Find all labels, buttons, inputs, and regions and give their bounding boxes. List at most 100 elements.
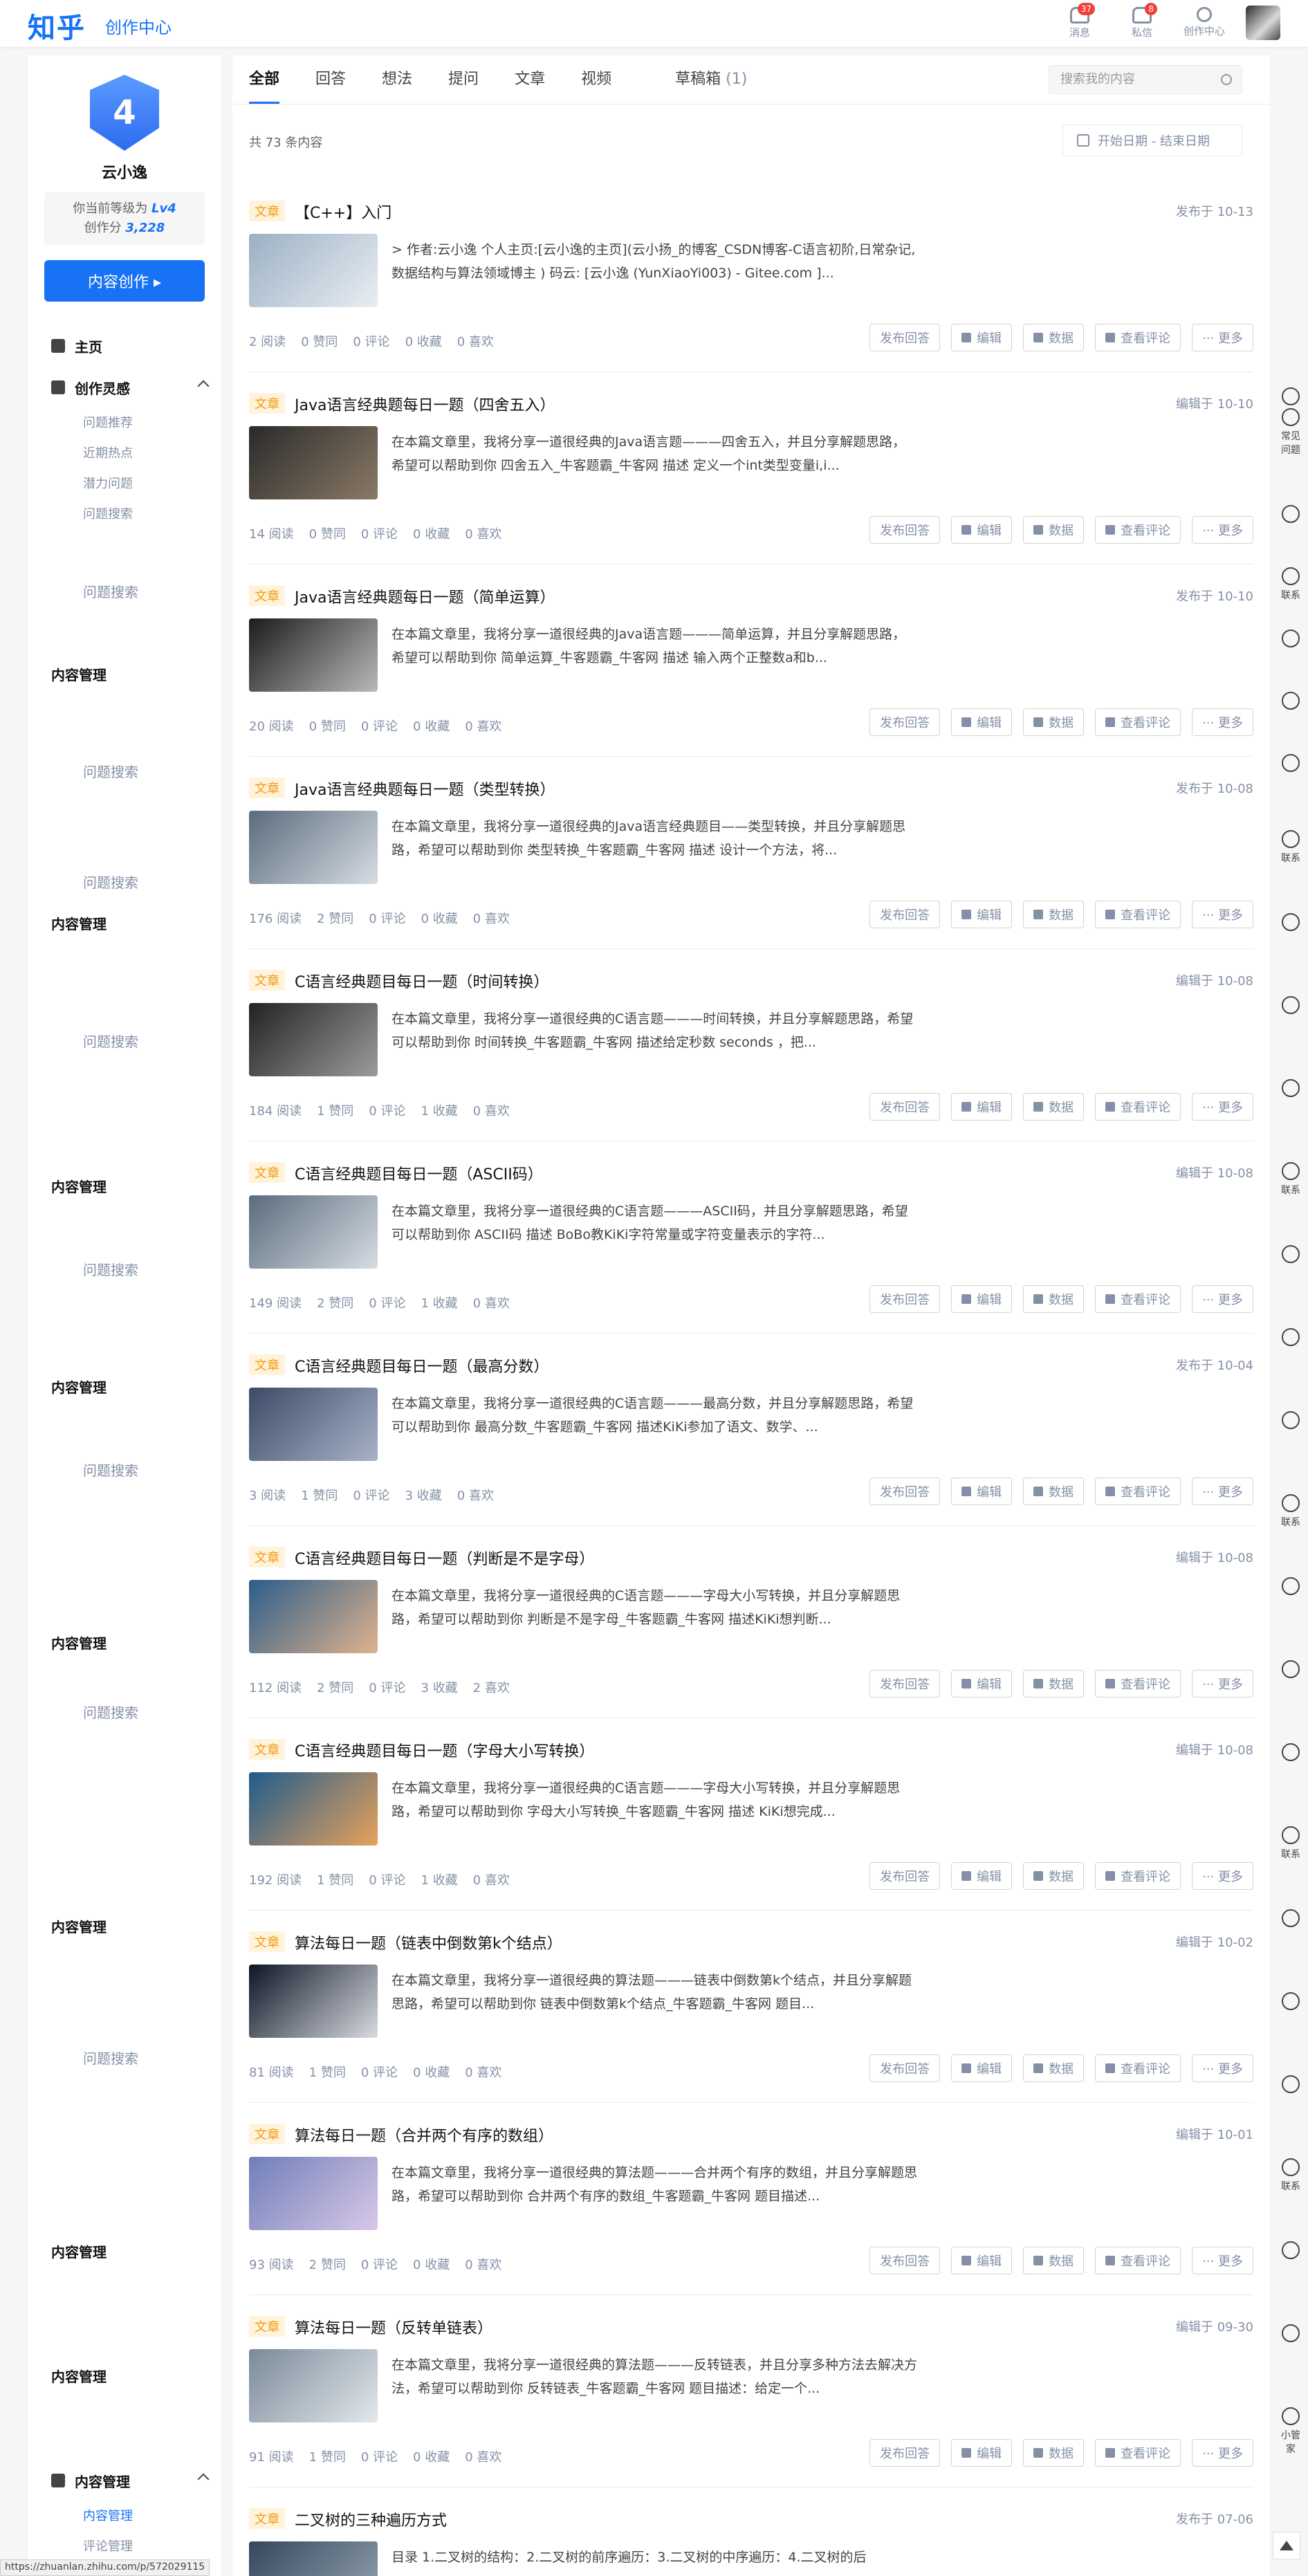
sidebar-sub-hot[interactable]: 近期热点 — [28, 439, 221, 469]
view-comments-button[interactable]: 查看评论 — [1095, 1670, 1181, 1698]
item-thumbnail[interactable] — [249, 426, 378, 499]
more-button[interactable]: ··· 更多 — [1192, 324, 1253, 351]
view-comments-button[interactable]: 查看评论 — [1095, 1093, 1181, 1121]
item-thumbnail[interactable] — [249, 2349, 378, 2422]
sidebar-sub-comment-manage[interactable]: 评论管理 — [28, 2532, 221, 2562]
item-thumbnail[interactable] — [249, 618, 378, 692]
item-title[interactable]: C语言经典题目每日一题（时间转换） — [295, 970, 549, 992]
publish-answer-button[interactable]: 发布回答 — [869, 901, 941, 928]
item-title[interactable]: 二叉树的三种遍历方式 — [295, 2508, 447, 2530]
data-button[interactable]: 数据 — [1023, 1478, 1085, 1505]
publish-answer-button[interactable]: 发布回答 — [869, 2054, 941, 2082]
chat-button[interactable] — [1278, 1992, 1303, 2013]
chat-button[interactable] — [1278, 1660, 1303, 1681]
item-thumbnail[interactable] — [249, 2541, 378, 2576]
item-title[interactable]: 算法每日一题（链表中倒数第k个结点） — [295, 1931, 562, 1953]
chat-button[interactable] — [1278, 1909, 1303, 1930]
data-button[interactable]: 数据 — [1023, 1670, 1085, 1698]
more-button[interactable]: ··· 更多 — [1192, 516, 1253, 544]
item-title[interactable]: Java语言经典题每日一题（简单运算） — [295, 585, 555, 607]
item-title[interactable]: Java语言经典题每日一题（四舍五入） — [295, 393, 555, 415]
chat-button[interactable] — [1278, 996, 1303, 1017]
create-content-button[interactable]: 内容创作 ▸ — [44, 260, 205, 302]
chat-button[interactable] — [1278, 1743, 1303, 1764]
edit-button[interactable]: 编辑 — [951, 1862, 1013, 1890]
edit-button[interactable]: 编辑 — [951, 1478, 1013, 1505]
chat-button[interactable] — [1278, 1245, 1303, 1266]
creator-center-button[interactable]: 创作中心 — [1183, 3, 1225, 43]
edit-button[interactable]: 编辑 — [951, 2247, 1013, 2274]
item-excerpt[interactable]: > 作者:云小逸 个人主页:[云小逸的主页](云小扬_的博客_CSDN博客-C语… — [392, 238, 917, 285]
item-excerpt[interactable]: 在本篇文章里，我将分享一道很经典的算法题———链表中倒数第k个结点，并且分享解题… — [392, 1969, 917, 2016]
private-messages-button[interactable]: 8 私信 — [1121, 3, 1163, 43]
item-excerpt[interactable]: 在本篇文章里，我将分享一道很经典的C语言题———最高分数，并且分享解题思路，希望… — [392, 1392, 917, 1439]
edit-button[interactable]: 编辑 — [951, 901, 1013, 928]
data-button[interactable]: 数据 — [1023, 1285, 1085, 1313]
view-comments-button[interactable]: 查看评论 — [1095, 1478, 1181, 1505]
sidebar-item-home[interactable]: 主页 — [28, 325, 221, 367]
contact-button[interactable]: 联系 — [1278, 830, 1303, 865]
item-excerpt[interactable]: 在本篇文章里，我将分享一道很经典的Java语言题———四舍五入，并且分享解题思路… — [392, 430, 917, 477]
avatar[interactable] — [1246, 6, 1280, 40]
view-comments-button[interactable]: 查看评论 — [1095, 2247, 1181, 2274]
edit-button[interactable]: 编辑 — [951, 708, 1013, 736]
item-title[interactable]: 【C++】入门 — [295, 201, 392, 223]
help-button[interactable]: 常见问题 — [1278, 408, 1303, 457]
contact-button[interactable]: 联系 — [1278, 1162, 1303, 1197]
more-button[interactable]: ··· 更多 — [1192, 1285, 1253, 1313]
view-comments-button[interactable]: 查看评论 — [1095, 901, 1181, 928]
view-comments-button[interactable]: 查看评论 — [1095, 324, 1181, 351]
chat-button[interactable] — [1278, 913, 1303, 934]
item-thumbnail[interactable] — [249, 1965, 378, 2038]
item-thumbnail[interactable] — [249, 1003, 378, 1076]
item-thumbnail[interactable] — [249, 811, 378, 884]
tab-drafts[interactable]: 草稿箱 (1) — [675, 55, 747, 104]
sidebar-sub-recommend[interactable]: 问题推荐 — [28, 408, 221, 439]
chat-button[interactable] — [1278, 2075, 1303, 2096]
edit-button[interactable]: 编辑 — [951, 516, 1013, 544]
item-excerpt[interactable]: 在本篇文章里，我将分享一道很经典的C语言题———时间转换，并且分享解题思路，希望… — [392, 1007, 917, 1054]
publish-answer-button[interactable]: 发布回答 — [869, 2439, 941, 2467]
item-excerpt[interactable]: 在本篇文章里，我将分享一道很经典的C语言题———字母大小写转换，并且分享解题思路… — [392, 1584, 917, 1631]
publish-answer-button[interactable]: 发布回答 — [869, 1670, 941, 1698]
edit-button[interactable]: 编辑 — [951, 1670, 1013, 1698]
more-button[interactable]: ··· 更多 — [1192, 2054, 1253, 2082]
item-excerpt[interactable]: 在本篇文章里，我将分享一道很经典的C语言题———字母大小写转换，并且分享解题思路… — [392, 1776, 917, 1823]
edit-button[interactable]: 编辑 — [951, 1285, 1013, 1313]
data-button[interactable]: 数据 — [1023, 708, 1085, 736]
edit-button[interactable]: 编辑 — [951, 324, 1013, 351]
item-thumbnail[interactable] — [249, 1195, 378, 1269]
more-button[interactable]: ··· 更多 — [1192, 2247, 1253, 2274]
tab-answers[interactable]: 回答 — [315, 55, 346, 104]
tab-articles[interactable]: 文章 — [515, 55, 545, 104]
publish-answer-button[interactable]: 发布回答 — [869, 1093, 941, 1121]
publish-answer-button[interactable]: 发布回答 — [869, 1862, 941, 1890]
publish-answer-button[interactable]: 发布回答 — [869, 324, 941, 351]
view-comments-button[interactable]: 查看评论 — [1095, 2439, 1181, 2467]
item-excerpt[interactable]: 目录 1.二叉树的结构：2.二叉树的前序遍历：3.二叉树的中序遍历：4.二叉树的… — [392, 2546, 917, 2576]
data-button[interactable]: 数据 — [1023, 324, 1085, 351]
chat-button[interactable] — [1278, 387, 1303, 408]
item-title[interactable]: 算法每日一题（反转单链表） — [295, 2316, 492, 2338]
item-excerpt[interactable]: 在本篇文章里，我将分享一道很经典的Java语言经典题目——类型转换，并且分享解题… — [392, 815, 917, 862]
item-title[interactable]: C语言经典题目每日一题（判断是不是字母） — [295, 1547, 594, 1569]
contact-button[interactable]: 联系 — [1278, 567, 1303, 602]
data-button[interactable]: 数据 — [1023, 1862, 1085, 1890]
messages-button[interactable]: 37 消息 — [1059, 3, 1100, 43]
view-comments-button[interactable]: 查看评论 — [1095, 1285, 1181, 1313]
back-to-top-button[interactable] — [1273, 2532, 1300, 2559]
edit-button[interactable]: 编辑 — [951, 1093, 1013, 1121]
publish-answer-button[interactable]: 发布回答 — [869, 708, 941, 736]
sidebar-item-inspiration[interactable]: 创作灵感 — [28, 367, 221, 408]
contact-button[interactable]: 联系 — [1278, 1826, 1303, 1861]
sidebar-sub-search[interactable]: 问题搜索 — [28, 499, 221, 530]
item-thumbnail[interactable] — [249, 1772, 378, 1846]
item-title[interactable]: C语言经典题目每日一题（字母大小写转换） — [295, 1739, 594, 1761]
publish-answer-button[interactable]: 发布回答 — [869, 1478, 941, 1505]
publish-answer-button[interactable]: 发布回答 — [869, 516, 941, 544]
more-button[interactable]: ··· 更多 — [1192, 1093, 1253, 1121]
item-title[interactable]: 算法每日一题（合并两个有序的数组） — [295, 2124, 553, 2146]
item-thumbnail[interactable] — [249, 1580, 378, 1653]
creator-center-title[interactable]: 创作中心 — [105, 14, 172, 38]
item-excerpt[interactable]: 在本篇文章里，我将分享一道很经典的Java语言题———简单运算，并且分享解题思路… — [392, 623, 917, 670]
